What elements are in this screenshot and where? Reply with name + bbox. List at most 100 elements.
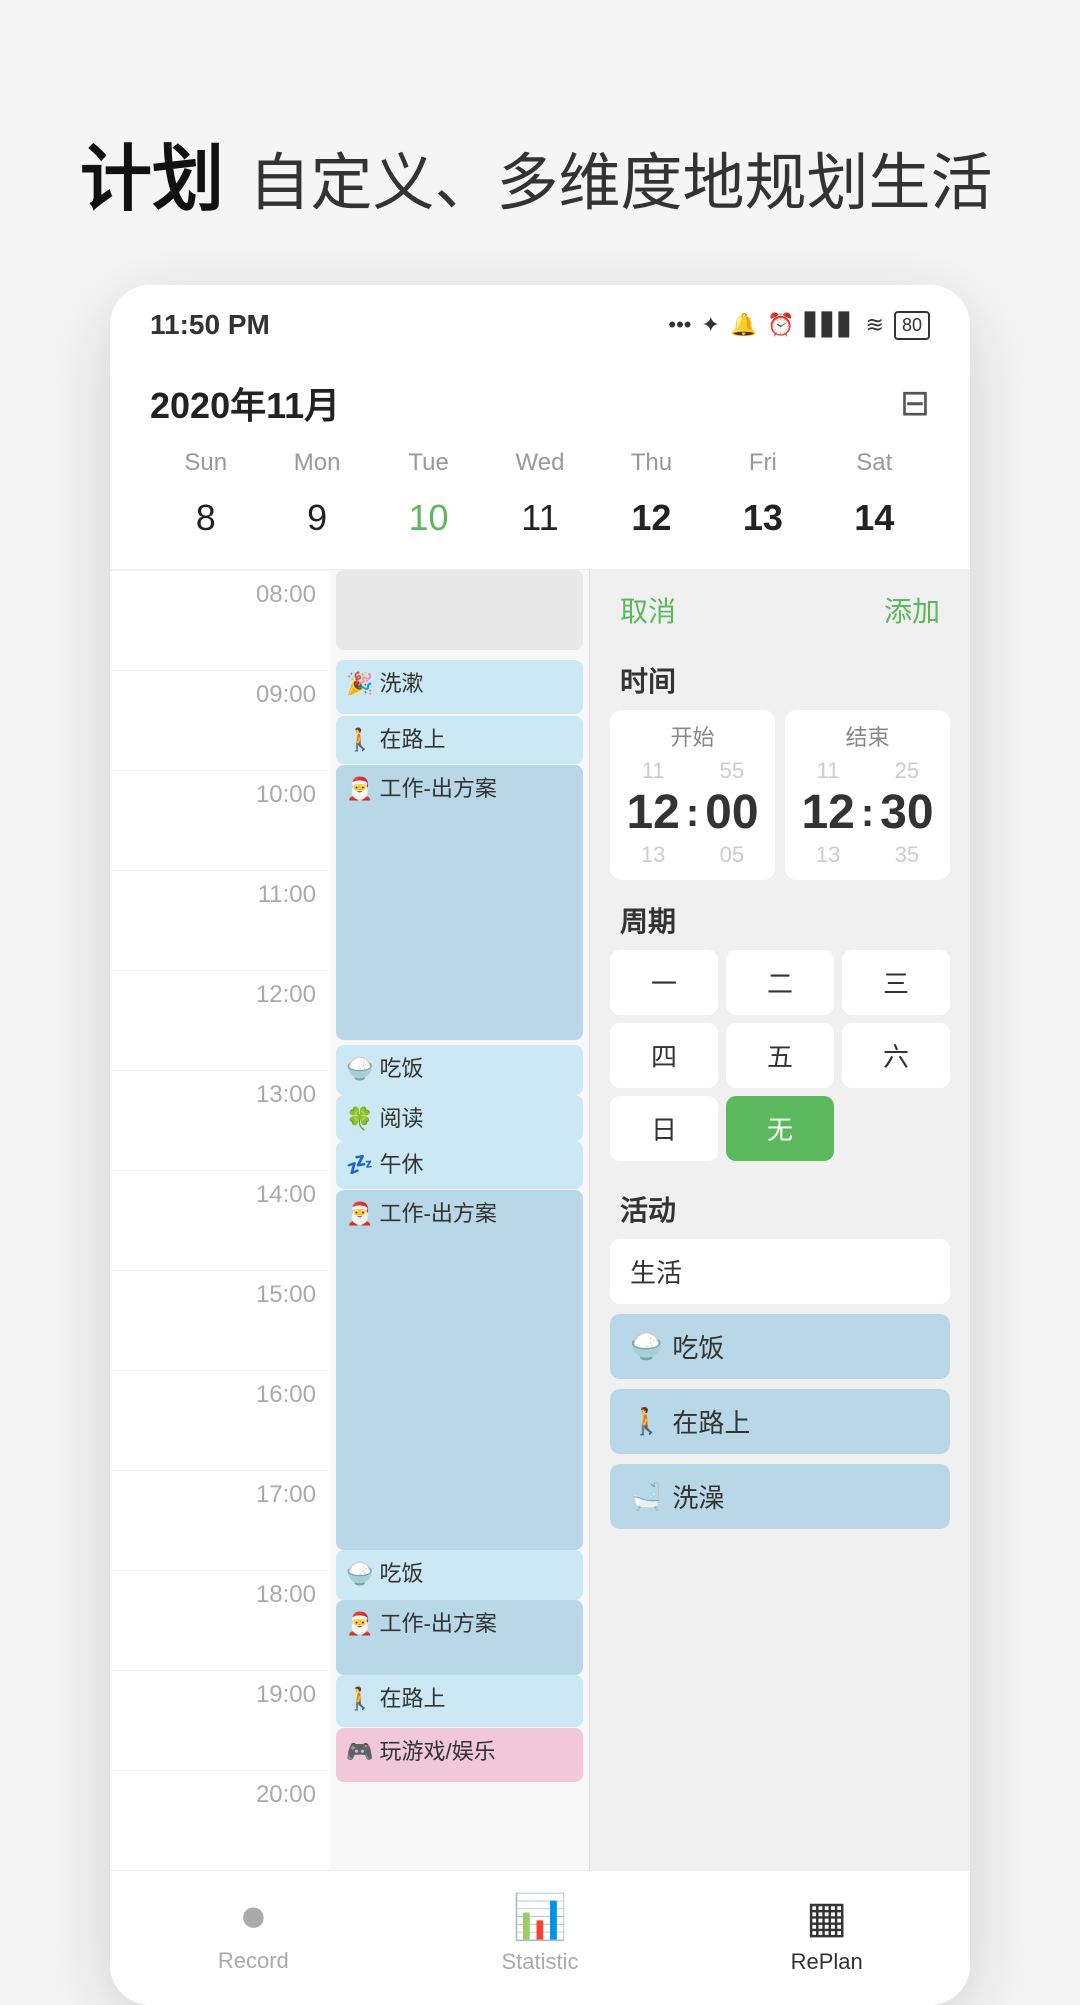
time-1900: 19:00	[110, 1670, 330, 1770]
day-fri: Fri	[707, 439, 818, 487]
event-chifan2[interactable]: 🍚 吃饭	[336, 1550, 583, 1600]
page-title-normal: 自定义、多维度地规划生活	[248, 149, 992, 218]
zailu-text: 在路上	[672, 1403, 750, 1440]
schedule-area: 08:00 09:00 10:00 11:00 12:00 13:00 14:0…	[110, 570, 590, 1870]
event-wuxiu[interactable]: 💤 午休	[336, 1141, 583, 1189]
event-work2[interactable]: 🎅 工作-出方案	[336, 1190, 583, 1550]
activity-chifan[interactable]: 🍚 吃饭	[610, 1314, 950, 1379]
activity-input[interactable]: 生活	[610, 1239, 950, 1304]
statistic-icon: 📊	[513, 1891, 568, 1943]
day-thu: Thu	[596, 439, 707, 487]
nav-replan[interactable]: ▦ RePlan	[683, 1892, 970, 1975]
month-title: 2020年11月	[150, 377, 340, 429]
start-numbers: 11 12 13 : 55 00 05	[620, 756, 765, 870]
event-xishu[interactable]: 🎉 洗漱	[336, 660, 583, 714]
date-8[interactable]: 8	[150, 487, 261, 549]
event-yuedu[interactable]: 🍀 阅读	[336, 1095, 583, 1141]
xizao-text: 洗澡	[672, 1478, 724, 1515]
event-work1[interactable]: 🎅 工作-出方案	[336, 765, 583, 1040]
start-h-below: 13	[641, 840, 665, 871]
dots-icon: •••	[668, 312, 691, 338]
timeline: 08:00 09:00 10:00 11:00 12:00 13:00 14:0…	[110, 570, 330, 1870]
day-sat: Sat	[819, 439, 930, 487]
day-headers: Sun Mon Tue Wed Thu Fri Sat	[110, 439, 970, 487]
time-0900: 09:00	[110, 670, 330, 770]
period-sun[interactable]: 日	[610, 1096, 718, 1161]
end-label: 结束	[795, 720, 940, 752]
date-10[interactable]: 10	[373, 487, 484, 549]
cancel-button[interactable]: 取消	[620, 590, 676, 630]
period-thu[interactable]: 四	[610, 1023, 718, 1088]
time-1400: 14:00	[110, 1170, 330, 1270]
bottom-nav: ⏺ Record 📊 Statistic ▦ RePlan	[110, 1870, 970, 2005]
start-h-main: 12	[626, 787, 679, 840]
end-time-picker[interactable]: 结束 11 12 13 : 25 30 35	[785, 710, 950, 880]
event-zailu2[interactable]: 🚶 在路上	[336, 1675, 583, 1727]
status-bar: 11:50 PM ••• ✦ 🔔 ⏰ ▋▋▋ ≋ 80	[110, 285, 970, 357]
start-m-above: 55	[720, 756, 744, 787]
time-1600: 16:00	[110, 1370, 330, 1470]
period-fri[interactable]: 五	[726, 1023, 834, 1088]
schedule-col: 🎉 洗漱 🚶 在路上 🎅 工作-出方案 🍚 吃饭 🍀 阅读 💤 午休 🎅 工作-…	[330, 570, 590, 1870]
calendar-dates: 8 9 10 11 12 13 14	[110, 487, 970, 570]
date-9[interactable]: 9	[261, 487, 372, 549]
event-work3[interactable]: 🎅 工作-出方案	[336, 1600, 583, 1675]
status-time: 11:50 PM	[150, 309, 270, 341]
end-h-main: 12	[801, 787, 854, 840]
day-mon: Mon	[261, 439, 372, 487]
time-2000: 20:00	[110, 1770, 330, 1870]
start-hour-col: 11 12 13	[626, 756, 679, 870]
time-section-title: 时间	[600, 650, 960, 710]
time-1100: 11:00	[110, 870, 330, 970]
time-1200: 12:00	[110, 970, 330, 1070]
period-tue[interactable]: 二	[726, 950, 834, 1015]
period-grid: 一 二 三 四 五 六 日 无	[600, 950, 960, 1169]
page-header: 计划 自定义、多维度地规划生活	[0, 0, 1080, 285]
event-game[interactable]: 🎮 玩游戏/娱乐	[336, 1728, 583, 1782]
time-1700: 17:00	[110, 1470, 330, 1570]
nav-statistic[interactable]: 📊 Statistic	[397, 1891, 684, 1975]
nav-record[interactable]: ⏺ Record	[110, 1892, 397, 1974]
date-13[interactable]: 13	[707, 487, 818, 549]
period-wed[interactable]: 三	[842, 950, 950, 1015]
end-h-below: 13	[816, 840, 840, 871]
event-zailu[interactable]: 🚶 在路上	[336, 716, 583, 764]
day-wed: Wed	[484, 439, 595, 487]
status-icons: ••• ✦ 🔔 ⏰ ▋▋▋ ≋ 80	[668, 311, 930, 340]
period-sat[interactable]: 六	[842, 1023, 950, 1088]
end-min-col: 25 30 35	[880, 756, 933, 870]
day-tue: Tue	[373, 439, 484, 487]
calendar-icon[interactable]: ⊟	[900, 382, 930, 424]
time-1000: 10:00	[110, 770, 330, 870]
start-min-col: 55 00 05	[705, 756, 758, 870]
start-time-picker[interactable]: 开始 11 12 13 : 55 00 05	[610, 710, 775, 880]
zailu-emoji: 🚶	[630, 1406, 662, 1437]
date-14[interactable]: 14	[819, 487, 930, 549]
start-m-main: 00	[705, 787, 758, 840]
date-12[interactable]: 12	[596, 487, 707, 549]
event-chifan1[interactable]: 🍚 吃饭	[336, 1045, 583, 1095]
time-0800: 08:00	[110, 570, 330, 670]
activity-zailu[interactable]: 🚶 在路上	[610, 1389, 950, 1454]
calendar-header: 2020年11月 ⊟	[110, 357, 970, 439]
add-button[interactable]: 添加	[884, 590, 940, 630]
time-pickers: 开始 11 12 13 : 55 00 05	[600, 710, 960, 890]
period-none[interactable]: 无	[726, 1096, 834, 1161]
date-11[interactable]: 11	[484, 487, 595, 549]
activity-xizao[interactable]: 🛁 洗澡	[610, 1464, 950, 1529]
end-hour-col: 11 12 13	[801, 756, 854, 870]
chifan-emoji: 🍚	[630, 1331, 662, 1362]
main-content: 08:00 09:00 10:00 11:00 12:00 13:00 14:0…	[110, 570, 970, 1870]
end-m-main: 30	[880, 787, 933, 840]
end-h-above: 11	[817, 756, 840, 787]
start-m-below: 05	[720, 840, 744, 871]
start-h-above: 11	[642, 756, 665, 787]
bell-icon: 🔔	[730, 312, 757, 338]
time-1500: 15:00	[110, 1270, 330, 1370]
period-mon[interactable]: 一	[610, 950, 718, 1015]
chifan-text: 吃饭	[672, 1328, 724, 1365]
replan-icon: ▦	[806, 1892, 848, 1943]
end-numbers: 11 12 13 : 25 30 35	[795, 756, 940, 870]
right-panel: 取消 添加 时间 开始 11 12 13	[590, 570, 970, 1870]
time-section: 时间 开始 11 12 13 : 55	[590, 650, 970, 890]
